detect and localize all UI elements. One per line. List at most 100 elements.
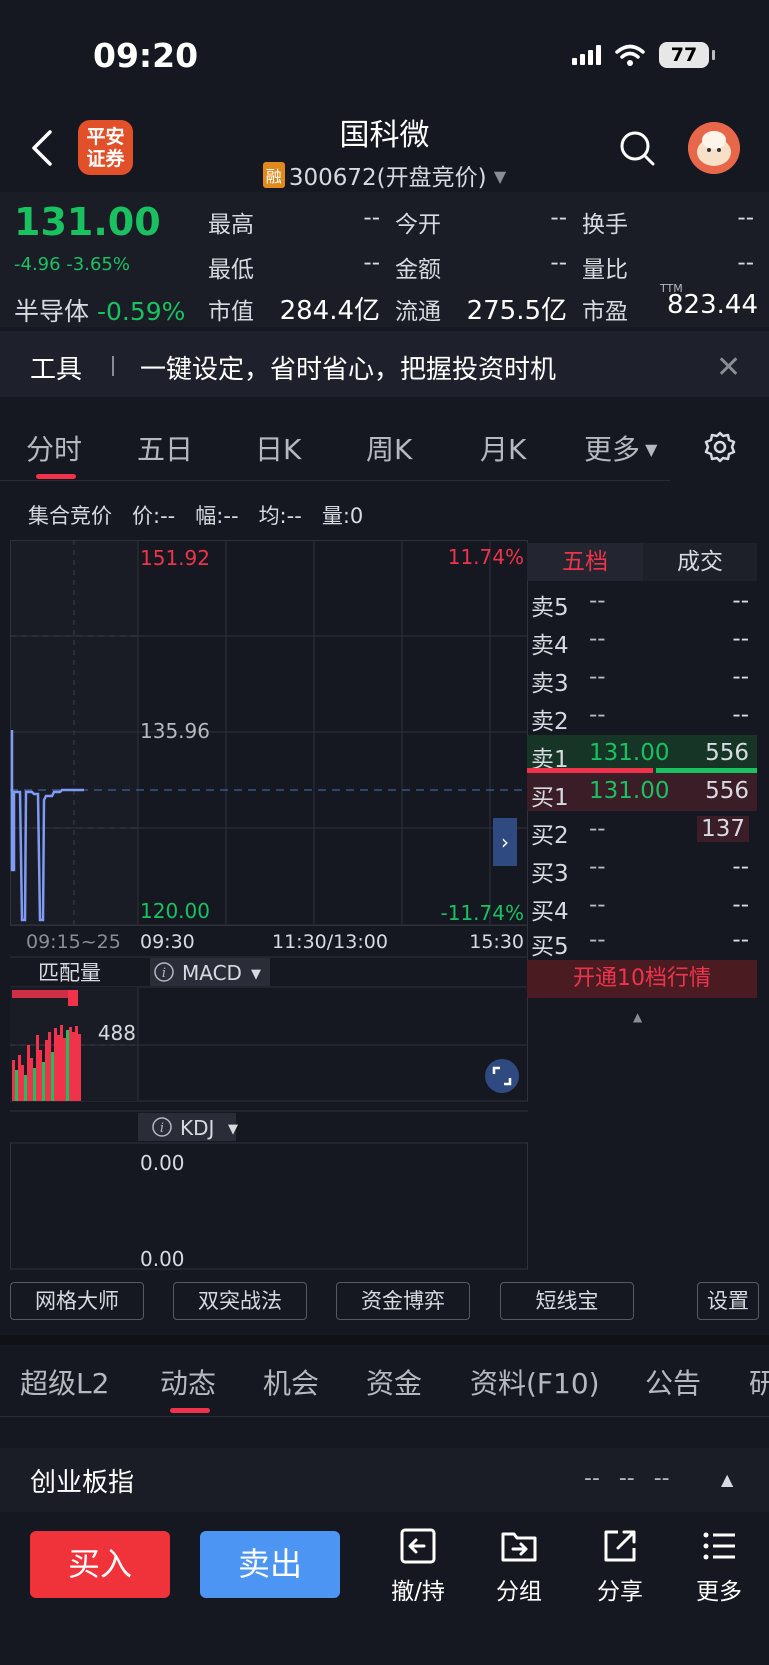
search-icon[interactable] <box>617 128 657 168</box>
order-book-row: 卖5 -- -- <box>531 588 749 621</box>
tab-deals[interactable]: 成交 <box>643 543 757 581</box>
tab-active-indicator <box>36 474 76 479</box>
chevron-down-icon: ▼ <box>251 967 261 982</box>
price-mid-label: 135.96 <box>140 719 210 743</box>
label-pe: 市盈 <box>582 299 628 325</box>
tab-five-levels[interactable]: 五档 <box>527 543 643 581</box>
fund-game-button[interactable]: 资金博弈 <box>336 1282 470 1320</box>
tab-research[interactable]: 研 <box>749 1362 769 1402</box>
tools-promo-text[interactable]: 一键设定，省时省心，把握投资时机 <box>140 349 556 386</box>
order-book-row: 卖3 -- -- <box>531 664 749 697</box>
fullscreen-icon[interactable] <box>485 1059 519 1093</box>
index-values: -- -- -- <box>584 1466 670 1491</box>
label-turnover: 换手 <box>582 212 628 238</box>
share-button[interactable]: 分享 <box>580 1526 660 1606</box>
intraday-chart[interactable]: 151.92 135.96 120.00 11.74% -11.74% › 09… <box>10 540 528 1270</box>
tab-opportunity[interactable]: 机会 <box>263 1362 319 1402</box>
chevron-down-icon: ▼ <box>493 167 507 186</box>
double-breakout-button[interactable]: 双突战法 <box>173 1282 307 1320</box>
chevron-down-icon: ▼ <box>640 440 658 459</box>
info-avg: 均:-- <box>258 504 302 528</box>
chart-info-row: 集合竞价 价:-- 幅:-- 均:-- 量:0 <box>28 500 363 530</box>
svg-text:i: i <box>160 1121 164 1136</box>
group-button[interactable]: 分组 <box>479 1526 559 1606</box>
settings-gear-icon[interactable] <box>703 430 737 464</box>
folder-icon <box>501 1532 537 1562</box>
buy-button[interactable]: 买入 <box>30 1531 170 1598</box>
battery-icon: 77 <box>659 42 715 68</box>
label-amount: 金额 <box>395 257 441 283</box>
order-book-row: 买3 -- -- <box>531 854 749 887</box>
label-high: 最高 <box>208 212 254 238</box>
section-divider <box>0 1335 769 1345</box>
sell-button[interactable]: 卖出 <box>200 1531 340 1598</box>
order-book-row: 买5 -- -- <box>531 927 749 960</box>
order-book-row: 买4 -- -- <box>531 892 749 925</box>
tab-super-l2[interactable]: 超级L2 <box>20 1362 109 1402</box>
value-high: -- <box>363 205 380 231</box>
last-price: 131.00 <box>14 200 161 244</box>
status-time: 09:20 <box>93 36 199 75</box>
value-turnover: -- <box>737 205 754 231</box>
grid-master-button[interactable]: 网格大师 <box>10 1282 144 1320</box>
kdj-top-value: 0.00 <box>140 1151 185 1175</box>
tools-separator <box>112 356 114 376</box>
open-ten-levels-button[interactable]: 开通10档行情 <box>527 960 757 998</box>
pct-high-label: 11.74% <box>448 545 524 569</box>
price-high-label: 151.92 <box>140 546 210 570</box>
tab-announcements[interactable]: 公告 <box>645 1362 701 1402</box>
time-close-label: 15:30 <box>469 931 524 953</box>
price-change: -4.96 -3.65% <box>14 254 130 275</box>
cancel-order-icon <box>400 1528 436 1564</box>
label-market-cap: 市值 <box>208 299 254 325</box>
margin-tag: 融 <box>262 162 285 188</box>
time-auction-label: 09:15~25 <box>26 931 121 953</box>
label-open: 今开 <box>395 212 441 238</box>
value-market-cap: 284.4亿 <box>279 296 380 326</box>
share-icon <box>604 1530 636 1562</box>
tab-f10[interactable]: 资料(F10) <box>470 1362 600 1402</box>
info-range: 幅:-- <box>195 504 239 528</box>
avatar[interactable] <box>688 122 740 174</box>
tab-news[interactable]: 动态 <box>160 1362 216 1402</box>
divider <box>0 1416 769 1417</box>
tools-label: 工具 <box>30 355 83 385</box>
tab-five-day[interactable]: 五日 <box>137 428 193 468</box>
value-open: -- <box>550 205 567 231</box>
info-volume: 量:0 <box>321 504 364 528</box>
tab-monthly-k[interactable]: 月K <box>480 428 526 468</box>
match-volume-label: 匹配量 <box>38 961 101 985</box>
chevron-down-icon: ▼ <box>228 1122 238 1137</box>
chevron-up-icon[interactable]: ▲ <box>721 1470 733 1489</box>
time-noon-label: 11:30/13:00 <box>272 931 388 953</box>
more-button[interactable]: 更多 <box>679 1526 759 1606</box>
order-book-row-bid1: 买1 131.00 556 <box>527 773 757 811</box>
value-volume-ratio: -- <box>737 250 754 276</box>
svg-text:i: i <box>162 966 166 981</box>
info-price: 价:-- <box>132 504 176 528</box>
tab-more[interactable]: 更多 ▼ <box>584 428 657 468</box>
tab-weekly-k[interactable]: 周K <box>366 428 412 468</box>
cancel-hold-button[interactable]: 撤/持 <box>378 1526 458 1606</box>
tab-intraday[interactable]: 分时 <box>26 428 82 468</box>
match-volume-value: 488 <box>98 1021 136 1045</box>
label-volume-ratio: 量比 <box>582 257 628 283</box>
tab-active-indicator <box>170 1408 210 1413</box>
divider <box>0 480 670 481</box>
chevron-right-icon: › <box>501 830 509 854</box>
stock-code: 300672(开盘竞价) <box>288 165 487 191</box>
tab-daily-k[interactable]: 日K <box>255 428 301 468</box>
value-low: -- <box>363 250 380 276</box>
sector-link[interactable]: 半导体 -0.59% <box>14 292 185 328</box>
close-icon[interactable]: ✕ <box>716 350 741 385</box>
wifi-icon <box>615 44 645 66</box>
collapse-up-icon[interactable]: ▲ <box>633 1010 642 1024</box>
price-low-label: 120.00 <box>140 899 210 923</box>
auction-mode: 集合竞价 <box>28 504 112 528</box>
value-amount: -- <box>550 250 567 276</box>
cellular-signal-icon <box>572 45 601 65</box>
short-line-button[interactable]: 短线宝 <box>500 1282 634 1320</box>
pct-low-label: -11.74% <box>441 901 524 925</box>
settings-button[interactable]: 设置 <box>697 1282 759 1320</box>
tab-funds[interactable]: 资金 <box>366 1362 422 1402</box>
